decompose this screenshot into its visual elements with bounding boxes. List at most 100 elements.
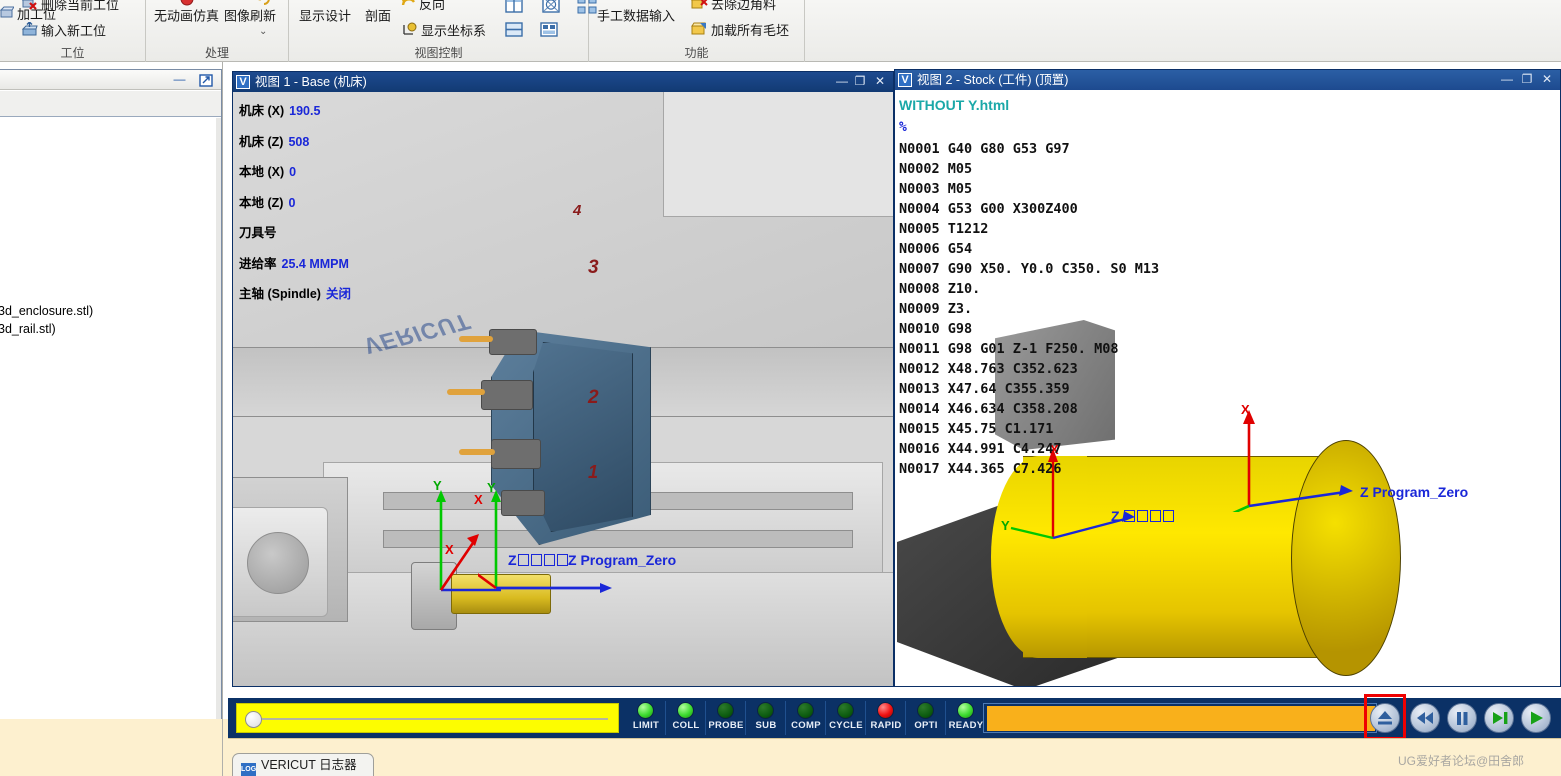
gcode-line: N0002 M05 bbox=[899, 161, 973, 177]
status-label: 机床 (Z) bbox=[239, 134, 284, 149]
ribbon-item-delete-station[interactable]: 删除当前工位 bbox=[21, 0, 119, 15]
status-row: 进给率 25.4 MMPM bbox=[239, 249, 351, 280]
ribbon-item-reverse[interactable]: 反向 bbox=[401, 0, 445, 14]
gcode-line: N0010 G98 bbox=[899, 321, 973, 337]
ribbon-item-show-design[interactable]: 显示设计 bbox=[299, 8, 351, 25]
project-tree-scrollbar[interactable] bbox=[216, 118, 221, 719]
view-window-stock: V 视图 2 - Stock (工件) (顶置) — ❐ ✕ X Z Progr… bbox=[894, 69, 1561, 687]
status-label: 刀具号 bbox=[239, 226, 277, 240]
view2-close-button[interactable]: ✕ bbox=[1540, 72, 1554, 87]
gcode-line: N0016 X44.991 C4.247 bbox=[899, 441, 1062, 457]
status-led-limit[interactable]: LIMIT bbox=[626, 699, 666, 737]
led-indicator bbox=[757, 702, 774, 719]
speed-slider-handle[interactable] bbox=[245, 711, 262, 728]
ribbon-item-show-csys[interactable]: 显示坐标系 bbox=[401, 22, 486, 41]
ribbon-item-show-csys-label: 显示坐标系 bbox=[421, 23, 487, 39]
chevron-down-icon[interactable]: ⌄ bbox=[259, 26, 267, 37]
missing-glyph-box bbox=[530, 554, 542, 566]
program-zero-cjk-prefix: Z bbox=[508, 552, 517, 568]
layout-vertical-split-icon[interactable] bbox=[504, 0, 524, 19]
tool-holder-3 bbox=[491, 439, 541, 469]
show-csys-icon bbox=[401, 22, 418, 41]
view1-close-button[interactable]: ✕ bbox=[873, 74, 887, 89]
reverse-icon bbox=[401, 0, 416, 14]
view1-minimize-button[interactable]: — bbox=[835, 74, 849, 89]
pause-button[interactable] bbox=[1447, 703, 1477, 733]
turret-station-2: 2 bbox=[588, 387, 599, 408]
turret-station-3: 3 bbox=[588, 257, 599, 278]
rewind-button[interactable] bbox=[1410, 703, 1440, 733]
ribbon-group-view-control: 显示设计 剖面 反向 显示坐标系 视图控制 bbox=[289, 0, 597, 62]
status-led-ready[interactable]: READY bbox=[946, 699, 986, 737]
status-value: 508 bbox=[288, 134, 310, 149]
view2-maximize-button[interactable]: ❐ bbox=[1520, 72, 1534, 87]
gcode-listing[interactable]: WITHOUT Y.html % N0001 G40 G80 G53 G97 N… bbox=[899, 93, 1160, 479]
play-button[interactable] bbox=[1521, 703, 1551, 733]
ribbon-item-mdi[interactable]: 手工数据输入 bbox=[597, 8, 675, 25]
gcode-line: N0011 G98 G01 Z-1 F250. M08 bbox=[899, 341, 1119, 357]
layout-single-icon[interactable] bbox=[541, 0, 561, 19]
gcode-percent-line: % bbox=[899, 120, 907, 135]
view2-minimize-button[interactable]: — bbox=[1500, 72, 1514, 87]
list-item[interactable]: 3d_enclosure.stl) bbox=[0, 304, 93, 318]
status-led-panel: LIMIT COLL PROBE SUB COMP CYCLE RAPID OP… bbox=[626, 699, 983, 737]
rewind-icon bbox=[1417, 712, 1433, 724]
view1-title-label: 视图 1 - Base (机床) bbox=[255, 75, 367, 89]
list-item[interactable]: 3d_rail.stl) bbox=[0, 322, 56, 336]
panel-restore-icon[interactable] bbox=[198, 72, 215, 93]
led-label: READY bbox=[948, 720, 984, 731]
led-indicator bbox=[877, 702, 894, 719]
view1-maximize-button[interactable]: ❐ bbox=[853, 74, 867, 89]
project-tree-body[interactable]: 3d_enclosure.stl) 3d_rail.stl) bbox=[0, 118, 221, 719]
ribbon-group-process: 无动画仿真 图像刷新 ⌄ 处理 bbox=[146, 0, 289, 62]
simulation-progress-fill bbox=[987, 706, 1375, 731]
status-value: 190.5 bbox=[289, 104, 321, 118]
gcode-line: N0014 X46.634 C358.208 bbox=[899, 401, 1078, 417]
gcode-line: N0007 G90 X50. Y0.0 C350. S0 M13 bbox=[899, 261, 1160, 277]
status-led-cycle[interactable]: CYCLE bbox=[826, 699, 866, 737]
simulation-progress-bar[interactable] bbox=[983, 703, 1377, 733]
gcode-line: N0009 Z3. bbox=[899, 301, 973, 317]
status-led-rapid[interactable]: RAPID bbox=[866, 699, 906, 737]
status-row: 刀具号 bbox=[239, 218, 351, 249]
view1-viewport[interactable]: VERICUT 4 3 2 1 Y X Y X Z Z Program_Zero… bbox=[233, 92, 893, 686]
tool-program-zero-cjk-label: Z bbox=[1111, 508, 1175, 524]
ribbon-item-import-station[interactable]: 输入新工位 bbox=[21, 21, 106, 41]
status-led-sub[interactable]: SUB bbox=[746, 699, 786, 737]
view2-viewport[interactable]: X Z Program_Zero X Y Z WITHOUT Y.html % … bbox=[895, 90, 1560, 686]
tool-tip-1 bbox=[459, 336, 493, 342]
led-indicator bbox=[797, 702, 814, 719]
import-station-icon bbox=[21, 21, 38, 41]
stock-axis-label-x: X bbox=[1241, 402, 1250, 417]
speed-slider-track bbox=[249, 718, 608, 720]
ribbon-item-load-all-stock[interactable]: 加载所有毛坯 bbox=[691, 22, 789, 40]
led-label: SUB bbox=[755, 720, 777, 731]
ribbon-item-section[interactable]: 剖面 bbox=[365, 8, 391, 25]
status-led-coll[interactable]: COLL bbox=[666, 699, 706, 737]
eject-button-highlight bbox=[1364, 694, 1406, 740]
tool-axis-label-y: Y bbox=[1001, 518, 1010, 533]
ribbon-item-remove-scrap[interactable]: 去除边角料 bbox=[691, 0, 776, 14]
status-value: 0 bbox=[289, 165, 297, 179]
ribbon-group-function-label: 功能 bbox=[684, 46, 709, 60]
gcode-line: N0012 X48.763 C352.623 bbox=[899, 361, 1078, 377]
no-animation-icon bbox=[179, 0, 195, 11]
gcode-filename: WITHOUT Y.html bbox=[899, 97, 1010, 113]
ribbon-group-station: 加工位 删除当前工位 输入新工位 工位 bbox=[0, 0, 146, 62]
status-led-opti[interactable]: OPTI bbox=[906, 699, 946, 737]
layout-horizontal-split-icon[interactable] bbox=[504, 22, 524, 43]
status-led-comp[interactable]: COMP bbox=[786, 699, 826, 737]
status-led-probe[interactable]: PROBE bbox=[706, 699, 746, 737]
program-zero-cjk-label: Z bbox=[508, 552, 569, 568]
tool-tip-2 bbox=[447, 389, 485, 395]
speed-slider[interactable] bbox=[236, 703, 619, 733]
step-button[interactable] bbox=[1484, 703, 1514, 733]
tab-vericut-log[interactable]: LOG VERICUT 日志器 bbox=[232, 753, 374, 776]
stock-program-zero-label: Z Program_Zero bbox=[1360, 484, 1469, 500]
program-zero-axis-label-y: Y bbox=[487, 480, 496, 495]
gcode-line: N0013 X47.64 C355.359 bbox=[899, 381, 1070, 397]
panel-minimize-button[interactable]: — bbox=[172, 73, 187, 87]
machine-panel-upper bbox=[663, 92, 893, 217]
layout-panels-icon[interactable] bbox=[539, 22, 559, 43]
gcode-line: N0015 X45.75 C1.171 bbox=[899, 421, 1054, 437]
